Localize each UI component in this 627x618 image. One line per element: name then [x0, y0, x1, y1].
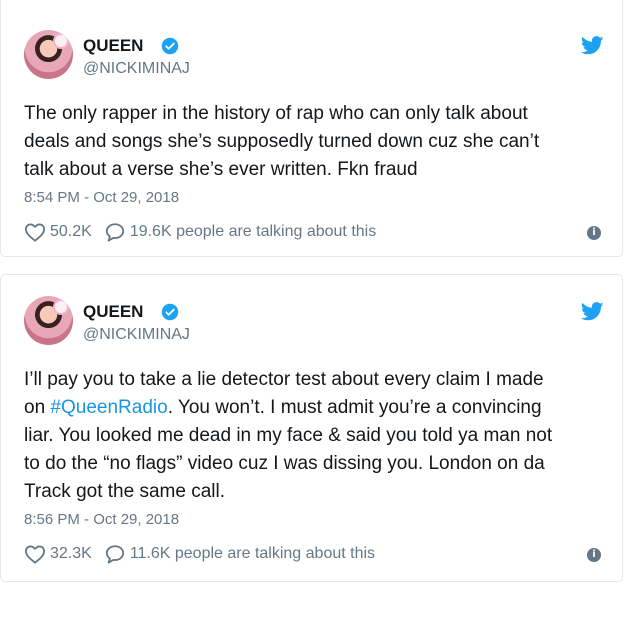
talking-count[interactable]: 11.6K people are talking about this — [130, 545, 375, 563]
tweet-text-line: liar. You looked me dead in my face & sa… — [24, 425, 553, 446]
user-handle[interactable]: @NICKIMINAJ — [83, 60, 190, 78]
reply-bubble-icon[interactable] — [104, 544, 126, 564]
twitter-bird-icon[interactable] — [581, 36, 604, 55]
heart-icon[interactable] — [24, 222, 46, 242]
heart-icon[interactable] — [24, 544, 46, 564]
like-count[interactable]: 32.3K — [50, 545, 92, 563]
flower-icon — [55, 35, 67, 47]
display-name[interactable]: QUEEN — [83, 302, 143, 322]
tweet-text-line: I’ll pay you to take a lie detector test… — [24, 369, 544, 390]
info-icon[interactable] — [587, 548, 601, 562]
tweet-text-line: on #QueenRadio. You won’t. I must admit … — [24, 394, 599, 422]
tweet-text: I’ll pay you to take a lie detector test… — [24, 366, 599, 506]
tweet-text-line: to do the “no flags” video cuz I was dis… — [24, 453, 545, 474]
verified-badge-icon — [161, 37, 179, 55]
tweet-actions: 50.2K 19.6K people are talking about thi… — [24, 222, 376, 242]
talking-count[interactable]: 19.6K people are talking about this — [130, 223, 376, 241]
tweet-text-line: Track got the same call. — [24, 481, 225, 502]
timestamp-link[interactable]: 8:54 PM - Oct 29, 2018 — [24, 189, 179, 206]
like-count[interactable]: 50.2K — [50, 223, 92, 241]
tweet-text: The only rapper in the history of rap wh… — [24, 100, 599, 184]
tweet-text-line: The only rapper in the history of rap wh… — [24, 103, 528, 124]
hashtag-link[interactable]: #QueenRadio — [50, 397, 167, 418]
tweet-text-line: talk about a verse she’s ever written. F… — [24, 159, 418, 180]
display-name[interactable]: QUEEN — [83, 36, 143, 56]
avatar[interactable] — [24, 30, 73, 79]
twitter-bird-icon[interactable] — [581, 302, 604, 321]
text-segment: . You won’t. I must admit you’re a convi… — [167, 397, 542, 418]
timestamp-link[interactable]: 8:56 PM - Oct 29, 2018 — [24, 511, 179, 528]
tweet-text-line: deals and songs she’s supposedly turned … — [24, 131, 540, 152]
tweet-actions: 32.3K 11.6K people are talking about thi… — [24, 544, 375, 564]
user-handle[interactable]: @NICKIMINAJ — [83, 326, 190, 344]
flower-icon — [55, 301, 67, 313]
reply-bubble-icon[interactable] — [104, 222, 126, 242]
verified-badge-icon — [161, 303, 179, 321]
text-segment: on — [24, 397, 51, 418]
info-icon[interactable] — [587, 226, 601, 240]
avatar[interactable] — [24, 296, 73, 345]
